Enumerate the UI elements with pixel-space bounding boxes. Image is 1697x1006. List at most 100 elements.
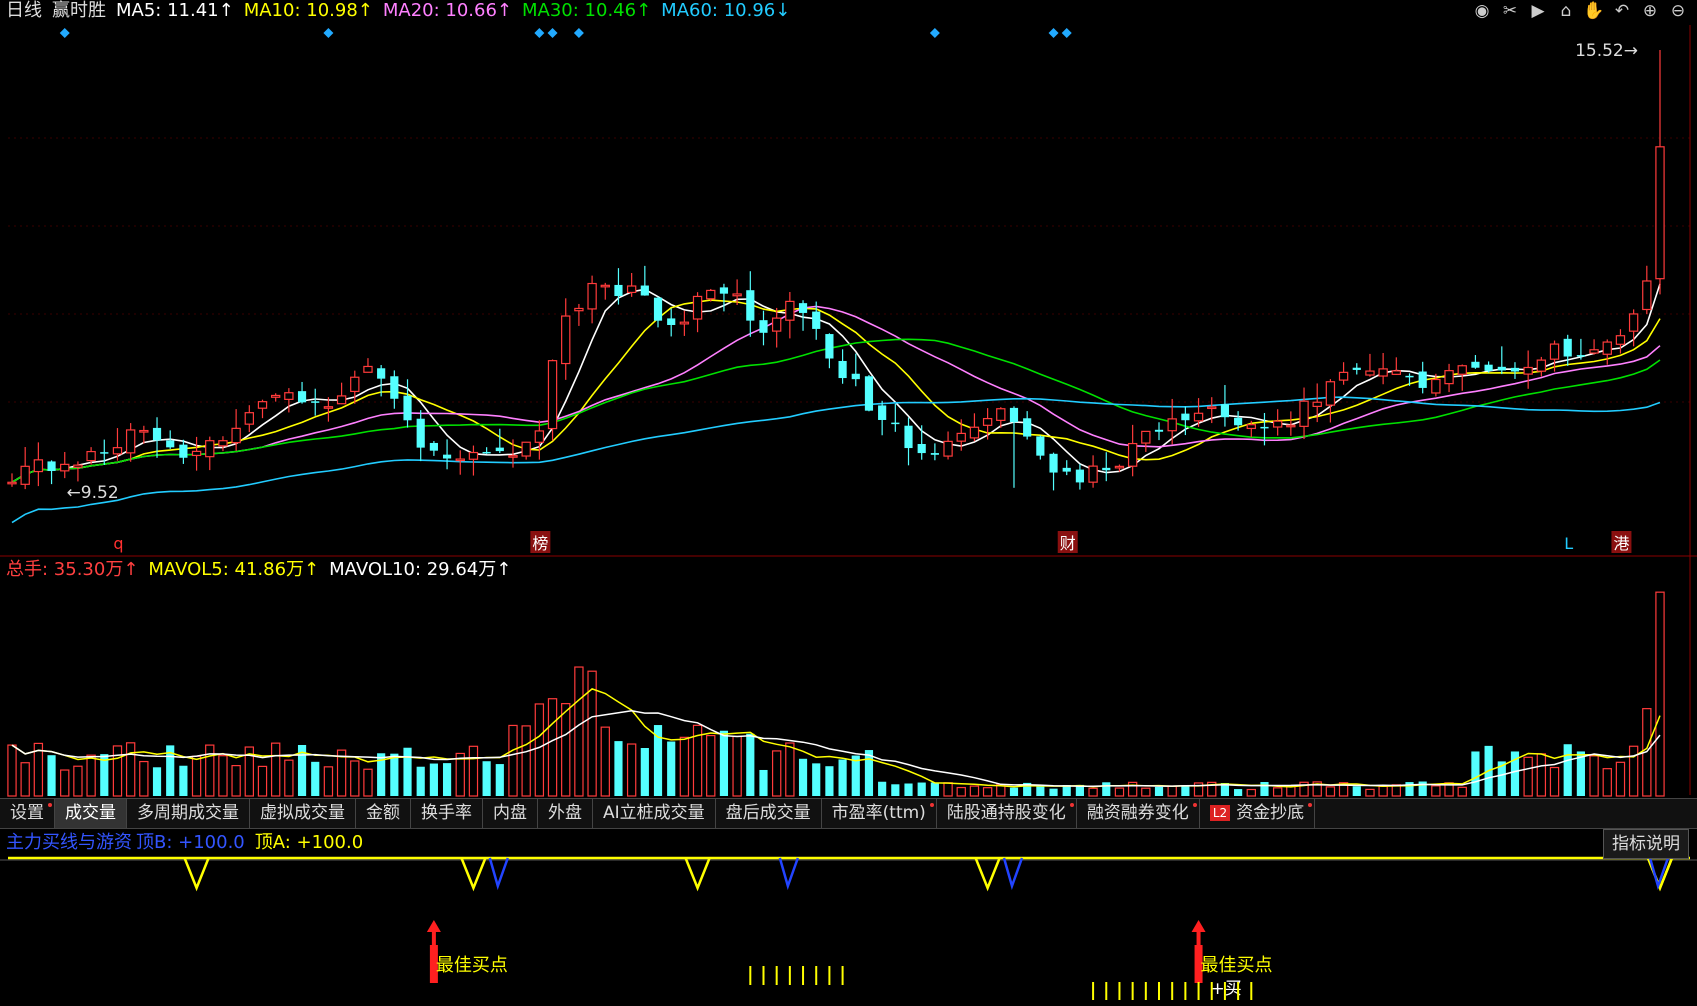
volume-bar (521, 725, 531, 797)
tab-5[interactable]: 换手率 (411, 799, 483, 828)
volume-bar (1141, 787, 1151, 797)
candle-body (706, 289, 716, 300)
volume-bar (561, 703, 571, 797)
best-buy-point-label: 最佳买点 (1201, 955, 1273, 976)
tab-13[interactable]: L2 资金抄底 (1200, 799, 1316, 828)
volume-bar (732, 735, 742, 797)
candle-body (1102, 467, 1111, 471)
volume-bar (20, 762, 30, 797)
tab-label: 市盈率(ttm) (831, 803, 926, 823)
volume-bar (930, 782, 939, 796)
high-price-label: 15.52→ (1575, 41, 1638, 61)
volume-bar (1325, 786, 1336, 797)
tab-10[interactable]: 市盈率(ttm) (822, 799, 937, 828)
tab-0[interactable]: 设置 (0, 799, 55, 828)
volume-bar (1114, 787, 1125, 797)
candle-body (100, 452, 109, 454)
tab-9[interactable]: 盘后成交量 (716, 799, 822, 828)
candle-body (1378, 368, 1388, 377)
volume-bar (1102, 782, 1111, 796)
volume-bar (917, 782, 926, 796)
candle-body (904, 425, 913, 449)
candle-body (1167, 418, 1177, 432)
volume-bar (759, 769, 768, 796)
price-legend: 日线 赢时胜 MA5: 11.41↑ MA10: 10.98↑ MA20: 10.66↑… (6, 0, 810, 22)
ma60-line (11, 396, 1661, 524)
event-marker-label: 榜 (532, 534, 548, 553)
eye-icon[interactable]: ◉ (1471, 0, 1493, 22)
indicator-v-marker-blue (488, 857, 509, 891)
volume-bar (956, 786, 966, 797)
volume-bar (231, 765, 241, 797)
tab-12[interactable]: 融资融券变化 (1077, 799, 1200, 828)
tab-label: 融资融券变化 (1086, 803, 1189, 823)
candle-body (1589, 349, 1599, 354)
tab-6[interactable]: 内盘 (483, 799, 538, 828)
tab-3[interactable]: 虚拟成交量 (250, 799, 356, 828)
candle-body (956, 432, 966, 442)
candle-body (851, 373, 860, 380)
tab-label: 陆股通持股变化 (946, 803, 1066, 823)
ma30-line (11, 338, 1661, 483)
notification-dot (929, 803, 934, 807)
indicator-help-button[interactable]: 指标说明 (1603, 829, 1689, 859)
volume-bar (640, 748, 649, 796)
candle-body (587, 282, 597, 310)
candle-body (943, 440, 953, 457)
low-price-label: ←9.52 (67, 483, 119, 503)
candle-body (825, 334, 834, 359)
volume-bar (982, 787, 993, 797)
volume-bar (969, 785, 980, 797)
candle-body (257, 401, 268, 409)
tab-label: 多周期成交量 (137, 803, 239, 823)
hand-icon[interactable]: ✋ (1583, 0, 1605, 22)
tab-7[interactable]: 外盘 (538, 799, 593, 828)
candle-body (1471, 361, 1480, 368)
candle-body (1536, 359, 1547, 372)
candle-body (891, 422, 900, 425)
play-icon[interactable]: ▶ (1527, 0, 1549, 22)
volume-bar (878, 781, 887, 796)
diamond-marker (1061, 28, 1072, 38)
tab-2[interactable]: 多周期成交量 (127, 799, 250, 828)
tab-1[interactable]: 成交量 (55, 799, 127, 828)
scissors-icon[interactable]: ✂ (1499, 0, 1521, 22)
diamond-marker (1048, 28, 1059, 38)
candle-body (270, 394, 281, 398)
candle-body (323, 406, 334, 409)
zoom-out-icon[interactable]: ⊖ (1667, 0, 1689, 22)
ma-legend-item: MA5: 11.41↑ (116, 0, 234, 21)
volume-bar (1365, 788, 1375, 797)
volume-bar (1431, 785, 1441, 797)
chart-canvas[interactable]: 15.52→←9.52q 榜财 L 港最佳买点 最佳买点+买 (0, 0, 1697, 1006)
volume-bar (323, 766, 334, 797)
candle-body (47, 461, 56, 471)
volume-bar (1655, 591, 1665, 797)
undo-icon[interactable]: ↶ (1611, 0, 1633, 22)
notification-dot (1069, 803, 1074, 807)
candle-body (455, 458, 465, 462)
volume-bar (785, 742, 795, 797)
indicator-v-marker (684, 857, 711, 892)
volume-bar (270, 742, 281, 797)
volume-bar (60, 769, 70, 797)
ma20-line (11, 305, 1661, 483)
volume-bar (482, 761, 491, 796)
candle-body (33, 459, 44, 473)
volume-bar (771, 750, 782, 797)
volume-bar (125, 742, 136, 797)
tab-4[interactable]: 金额 (356, 799, 411, 828)
tab-11[interactable]: 陆股通持股变化 (937, 799, 1077, 828)
volume-bar (363, 768, 373, 797)
indicator-legend: 主力买线与游资 顶B: +100.0 顶A: +100.0 (6, 832, 383, 854)
candle-body (1127, 442, 1138, 467)
l2-badge: L2 (1209, 805, 1231, 821)
candle-body (732, 293, 742, 297)
lock-icon[interactable]: ⌂ (1555, 0, 1577, 22)
candle-body (1444, 370, 1454, 385)
candle-body (785, 300, 795, 321)
volume-bar (534, 703, 545, 797)
zoom-in-icon[interactable]: ⊕ (1639, 0, 1661, 22)
tab-8[interactable]: AI立桩成交量 (593, 799, 716, 828)
indicator-v-marker-blue (1002, 857, 1024, 891)
